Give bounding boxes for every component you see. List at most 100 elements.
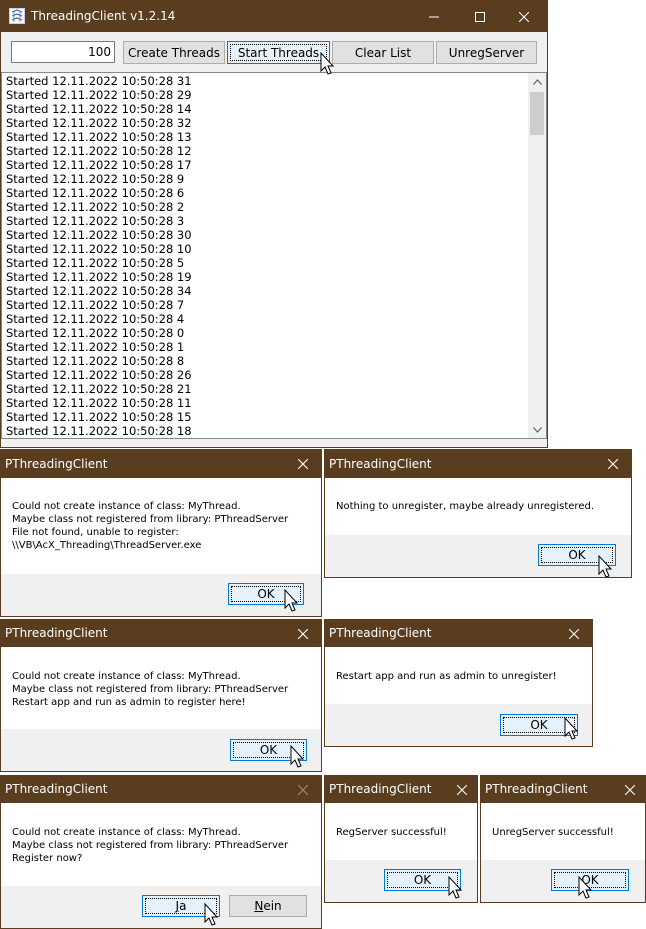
list-item[interactable]: Started 12.11.2022 10:50:28 2 [6, 200, 522, 214]
dialog-run-as-admin-register: PThreadingClient Could not create instan… [0, 619, 322, 772]
close-icon [298, 784, 308, 795]
dialog-close-button[interactable] [593, 450, 631, 478]
create-threads-button[interactable]: Create Threads [123, 41, 225, 64]
dialog-close-button[interactable] [283, 450, 321, 478]
list-item[interactable]: Started 12.11.2022 10:50:28 30 [6, 228, 522, 242]
dialog-close-button[interactable] [445, 776, 477, 803]
maximize-button[interactable] [457, 1, 503, 32]
dialog-close-button[interactable] [554, 620, 592, 647]
message-line: File not found, unable to register: [12, 527, 179, 538]
dialog-message: Restart app and run as admin to unregist… [336, 670, 557, 683]
dialog-message: Nothing to unregister, maybe already unr… [336, 500, 594, 513]
dialog-message: Could not create instance of class: MyTh… [12, 670, 288, 709]
minimize-button[interactable] [411, 1, 457, 32]
list-item[interactable]: Started 12.11.2022 10:50:28 7 [6, 298, 522, 312]
list-item[interactable]: Started 12.11.2022 10:50:28 15 [6, 410, 522, 424]
message-line: Maybe class not registered from library:… [12, 514, 289, 525]
close-icon [519, 11, 529, 22]
dialog-close-button[interactable] [283, 620, 321, 647]
message-line: Nothing to unregister, maybe already unr… [336, 501, 595, 512]
dialog-titlebar[interactable]: PThreadingClient [481, 776, 645, 803]
thread-count-input[interactable] [11, 41, 115, 63]
list-item[interactable]: Started 12.11.2022 10:50:28 5 [6, 256, 522, 270]
dialog-title: PThreadingClient [329, 782, 432, 796]
yes-label-rest: a [179, 899, 187, 913]
scrollbar-thumb[interactable] [530, 92, 544, 135]
output-listbox[interactable]: Started 12.11.2022 10:50:28 31 Started 12… [1, 72, 547, 439]
message-line: Register now? [12, 853, 83, 864]
list-item[interactable]: Started 12.11.2022 10:50:28 13 [6, 130, 522, 144]
dialog-file-not-found: PThreadingClient Could not create instan… [0, 449, 322, 617]
no-button[interactable]: Nein [229, 895, 307, 917]
dialog-titlebar[interactable]: PThreadingClient [325, 450, 631, 478]
mouse-cursor-icon [204, 903, 219, 926]
dialog-titlebar[interactable]: PThreadingClient [325, 620, 592, 647]
close-button[interactable] [501, 1, 547, 32]
chevron-down-icon[interactable] [528, 421, 546, 438]
dialog-footer: OK [1, 574, 321, 616]
mouse-cursor-icon [284, 589, 299, 612]
message-line: Could not create instance of class: MyTh… [12, 501, 241, 512]
toolbar: Create Threads Start Threads Clear List … [1, 32, 547, 72]
list-item[interactable]: Started 12.11.2022 10:50:28 10 [6, 242, 522, 256]
list-item[interactable]: Started 12.11.2022 10:50:28 9 [6, 172, 522, 186]
mouse-cursor-icon [598, 555, 613, 578]
message-line: \\VB\AcX_Threading\ThreadServer.exe [12, 540, 202, 551]
main-titlebar[interactable]: ThreadingClient v1.2.14 [1, 1, 547, 32]
message-line: RegServer successful! [336, 827, 447, 838]
list-item[interactable]: Started 12.11.2022 10:50:28 12 [6, 144, 522, 158]
dialog-title: PThreadingClient [485, 782, 588, 796]
list-item[interactable]: Started 12.11.2022 10:50:28 29 [6, 88, 522, 102]
dialog-footer: OK [325, 535, 631, 577]
dialog-unregserver-successful: PThreadingClient UnregServer successful!… [480, 775, 646, 903]
dialog-titlebar[interactable]: PThreadingClient [1, 620, 321, 647]
dialog-close-button[interactable] [613, 776, 645, 803]
list-item[interactable]: Started 12.11.2022 10:50:28 34 [6, 284, 522, 298]
close-icon [298, 459, 308, 469]
message-line: UnregServer successful! [492, 827, 614, 838]
dialog-titlebar[interactable]: PThreadingClient [1, 776, 321, 803]
list-item[interactable]: Started 12.11.2022 10:50:28 32 [6, 116, 522, 130]
window-title: ThreadingClient v1.2.14 [31, 9, 176, 23]
list-item[interactable]: Started 12.11.2022 10:50:28 0 [6, 326, 522, 340]
minimize-icon [429, 16, 439, 17]
mouse-cursor-icon [448, 876, 463, 899]
message-line: Maybe class not registered from library:… [12, 840, 289, 851]
list-item[interactable]: Started 12.11.2022 10:50:28 8 [6, 354, 522, 368]
start-threads-button[interactable]: Start Threads [227, 41, 330, 64]
dialog-title: PThreadingClient [329, 626, 432, 640]
list-item[interactable]: Started 12.11.2022 10:50:28 11 [6, 396, 522, 410]
dialog-titlebar[interactable]: PThreadingClient [1, 450, 321, 478]
list-item[interactable]: Started 12.11.2022 10:50:28 18 [6, 424, 522, 436]
mouse-cursor-icon [320, 52, 335, 75]
list-item[interactable]: Started 12.11.2022 10:50:28 31 [6, 74, 522, 88]
unreg-server-button[interactable]: UnregServer [436, 41, 537, 64]
no-label-rest: ein [263, 899, 282, 913]
clear-list-button[interactable]: Clear List [332, 41, 434, 64]
list-item[interactable]: Started 12.11.2022 10:50:28 1 [6, 340, 522, 354]
mouse-cursor-icon [578, 876, 593, 899]
list-item[interactable]: Started 12.11.2022 10:50:28 3 [6, 214, 522, 228]
dialog-footer: OK [481, 860, 645, 902]
dialog-message: UnregServer successful! [492, 826, 614, 839]
list-item[interactable]: Started 12.11.2022 10:50:28 26 [6, 368, 522, 382]
dialog-message: RegServer successful! [336, 826, 447, 839]
dialog-message: Could not create instance of class: MyTh… [12, 500, 288, 552]
main-window: ThreadingClient v1.2.14 Create Threads S… [0, 0, 548, 448]
chevron-up-icon[interactable] [528, 73, 546, 90]
list-item[interactable]: Started 12.11.2022 10:50:28 6 [6, 186, 522, 200]
list-item[interactable]: Started 12.11.2022 10:50:28 4 [6, 312, 522, 326]
vertical-scrollbar[interactable] [528, 73, 546, 438]
dialog-register-now: PThreadingClient Could not create instan… [0, 775, 322, 929]
dialog-footer: Ja Nein [1, 886, 321, 928]
maximize-icon [475, 11, 485, 22]
dialog-footer: OK [1, 729, 321, 771]
list-item[interactable]: Started 12.11.2022 10:50:28 21 [6, 382, 522, 396]
list-item[interactable]: Started 12.11.2022 10:50:28 14 [6, 102, 522, 116]
list-item[interactable]: Started 12.11.2022 10:50:28 19 [6, 270, 522, 284]
dialog-titlebar[interactable]: PThreadingClient [325, 776, 477, 803]
message-line: Maybe class not registered from library:… [12, 684, 289, 695]
no-hotkey: N [254, 899, 264, 913]
list-item[interactable]: Started 12.11.2022 10:50:28 17 [6, 158, 522, 172]
dialog-title: PThreadingClient [329, 457, 432, 471]
